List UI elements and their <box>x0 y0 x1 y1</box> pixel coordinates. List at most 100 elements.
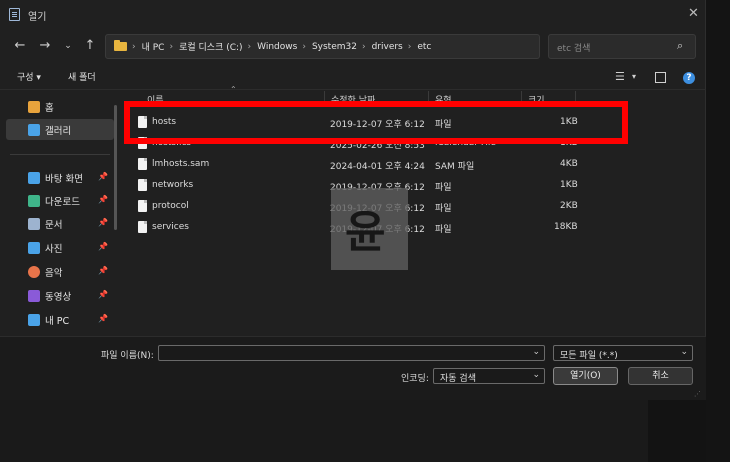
sidebar-item-label: 바탕 화면 <box>45 173 83 185</box>
file-icon <box>138 221 147 233</box>
sort-ascending-icon: ⌃ <box>230 85 237 94</box>
file-row-networks[interactable]: networks 2019-12-07 오후 6:12 파일 1KB <box>124 175 706 196</box>
sidebar-item-label: 음악 <box>45 267 63 279</box>
file-type: 파일 <box>435 183 452 193</box>
sidebar-item-label: 다운로드 <box>45 196 80 208</box>
home-icon <box>28 100 40 113</box>
open-button[interactable]: 열기(O) <box>553 367 618 385</box>
chevron-down-icon[interactable]: ⌄ <box>532 347 540 357</box>
new-folder-button[interactable]: 새 폴더 <box>68 70 96 83</box>
sidebar-item-desktop[interactable]: 바탕 화면 📌 <box>6 167 114 188</box>
sidebar-item-label: 홈 <box>45 102 54 114</box>
breadcrumb-separator: › <box>361 41 366 52</box>
file-size: 2KB <box>560 201 578 211</box>
open-file-dialog: 열기 ✕ ← → ⌄ ↑ › 내 PC › 로컬 디스크 (C:) › Wind… <box>0 0 706 400</box>
pin-icon[interactable]: 📌 <box>98 195 108 204</box>
chevron-down-icon[interactable]: ⌄ <box>532 370 540 380</box>
gallery-icon <box>28 123 40 136</box>
file-row-lmhosts-sam[interactable]: lmhosts.sam 2024-04-01 오후 4:24 SAM 파일 4K… <box>124 154 706 175</box>
close-icon[interactable]: ✕ <box>688 6 699 21</box>
file-size: 1KB <box>560 180 578 190</box>
forward-arrow-icon[interactable]: → <box>35 36 55 56</box>
navigation-bar: ← → ⌄ ↑ › 내 PC › 로컬 디스크 (C:) › Windows ›… <box>0 30 706 64</box>
background-window-bottom <box>0 400 648 462</box>
breadcrumb-system32[interactable]: System32 <box>312 42 357 52</box>
chevron-down-icon[interactable]: ⌄ <box>680 347 688 357</box>
recent-locations-chevron-icon[interactable]: ⌄ <box>58 36 78 56</box>
file-row-services[interactable]: services 2019-12-07 오후 6:12 파일 18KB <box>124 217 706 238</box>
sidebar-item-music[interactable]: 음악 📌 <box>6 261 114 282</box>
highlight-annotation-box <box>124 101 628 144</box>
notepad-icon <box>9 8 20 21</box>
pin-icon[interactable]: 📌 <box>98 242 108 251</box>
search-icon[interactable]: ⌕ <box>677 39 683 53</box>
pin-icon[interactable]: 📌 <box>98 266 108 275</box>
pin-icon[interactable]: 📌 <box>98 172 108 181</box>
view-options-icon[interactable]: ☰ <box>615 70 625 83</box>
breadcrumb-etc[interactable]: etc <box>417 42 431 52</box>
encoding-select[interactable]: 자동 검색 ⌄ <box>433 368 545 384</box>
breadcrumb-this-pc[interactable]: 내 PC <box>142 40 165 53</box>
search-box[interactable]: etc 검색 ⌕ <box>548 34 696 59</box>
desktop-icon <box>28 171 40 184</box>
breadcrumb-separator: › <box>247 41 252 52</box>
videos-icon <box>28 289 40 302</box>
file-type-filter-select[interactable]: 모든 파일 (*.*) ⌄ <box>553 345 693 361</box>
file-name: protocol <box>152 201 189 211</box>
background-window-corner <box>648 400 706 462</box>
sidebar-scrollbar[interactable] <box>114 105 117 230</box>
sidebar-item-label: 문서 <box>45 219 63 231</box>
file-icon <box>138 158 147 170</box>
filename-label: 파일 이름(N): <box>101 351 154 361</box>
title-bar: 열기 ✕ <box>0 0 706 30</box>
cancel-button[interactable]: 취소 <box>628 367 693 385</box>
file-size: 18KB <box>554 222 578 232</box>
file-name: networks <box>152 180 194 190</box>
file-name: lmhosts.sam <box>152 159 210 169</box>
sidebar-item-pictures[interactable]: 사진 📌 <box>6 237 114 258</box>
encoding-label: 인코딩: <box>401 374 429 384</box>
address-bar[interactable]: › 내 PC › 로컬 디스크 (C:) › Windows › System3… <box>105 34 633 59</box>
pin-icon[interactable]: 📌 <box>98 218 108 227</box>
up-arrow-icon[interactable]: ↑ <box>80 36 100 56</box>
filename-input[interactable]: ⌄ <box>158 345 545 361</box>
file-type: 파일 <box>435 225 452 235</box>
file-row-protocol[interactable]: protocol 2019-12-07 오후 6:12 파일 2KB <box>124 196 706 217</box>
view-dropdown-icon[interactable]: ▾ <box>632 72 636 81</box>
resize-grip-icon[interactable]: ⋰ <box>694 390 701 398</box>
pin-icon[interactable]: 📌 <box>98 290 108 299</box>
breadcrumb-separator: › <box>169 41 174 52</box>
breadcrumb-separator: › <box>302 41 306 52</box>
preview-pane-icon[interactable] <box>655 72 666 83</box>
search-placeholder: etc 검색 <box>557 44 591 54</box>
sidebar-item-gallery[interactable]: 갤러리 <box>6 119 114 140</box>
breadcrumb-windows[interactable]: Windows <box>257 42 297 52</box>
watermark-logo: 윤 <box>331 188 408 270</box>
file-size: 4KB <box>560 159 578 169</box>
breadcrumb-drivers[interactable]: drivers <box>372 42 403 52</box>
window-title: 열기 <box>28 12 47 23</box>
dialog-footer: 파일 이름(N): ⌄ 모든 파일 (*.*) ⌄ 인코딩: 자동 검색 ⌄ 열… <box>0 336 706 400</box>
sidebar-item-downloads[interactable]: 다운로드 📌 <box>6 190 114 211</box>
folder-icon <box>114 40 127 51</box>
file-type-filter-value: 모든 파일 (*.*) <box>560 351 618 361</box>
sidebar-item-this-pc[interactable]: 내 PC 📌 <box>6 309 114 330</box>
breadcrumb-local-disk[interactable]: 로컬 디스크 (C:) <box>179 40 242 53</box>
documents-icon <box>28 217 40 230</box>
sidebar-item-documents[interactable]: 문서 📌 <box>6 213 114 234</box>
file-type: SAM 파일 <box>435 162 475 172</box>
pin-icon[interactable]: 📌 <box>98 314 108 323</box>
sidebar-item-home[interactable]: 홈 <box>6 96 114 117</box>
file-icon <box>138 200 147 212</box>
sidebar-item-label: 내 PC <box>45 315 70 327</box>
sidebar-item-videos[interactable]: 동영상 📌 <box>6 285 114 306</box>
pictures-icon <box>28 241 40 254</box>
sidebar-item-label: 사진 <box>45 243 63 255</box>
background-window-strip <box>706 0 730 462</box>
back-arrow-icon[interactable]: ← <box>10 36 30 56</box>
help-icon[interactable]: ? <box>683 72 695 84</box>
sidebar-item-label: 동영상 <box>45 291 72 303</box>
organize-button[interactable]: 구성 ▾ <box>17 70 41 83</box>
file-type: 파일 <box>435 204 452 214</box>
command-toolbar: 구성 ▾ 새 폴더 ☰ ▾ ? <box>0 64 706 90</box>
